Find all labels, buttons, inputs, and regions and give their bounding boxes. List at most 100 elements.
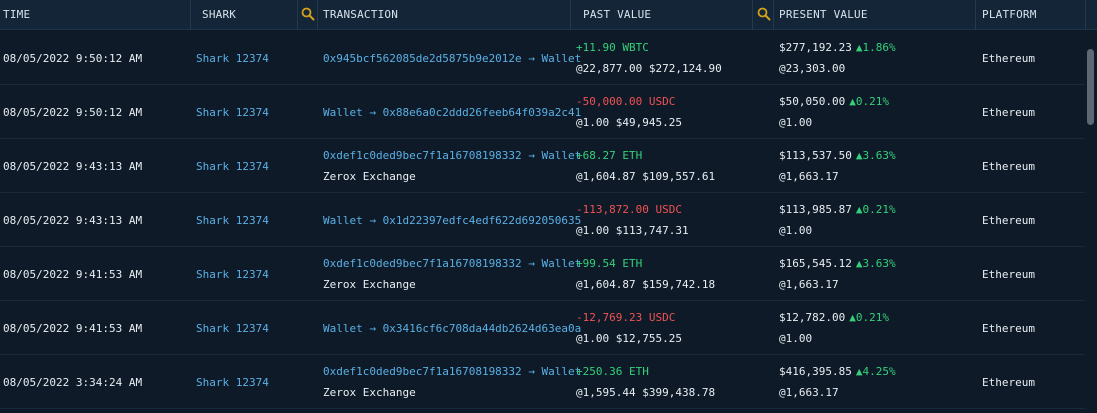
column-header-present-value[interactable]: PRESENT VALUE [779, 0, 868, 30]
table-header: TIME SHARK TRANSACTION PAST VALUE PRESEN… [0, 0, 1097, 30]
present-change: ▲4.25% [855, 365, 896, 378]
present-change: ▲3.63% [855, 257, 896, 270]
present-price: @1.00 [779, 116, 813, 129]
shark-link[interactable]: Shark 12374 [196, 376, 269, 389]
past-value: @1.00 $49,945.25 [576, 116, 682, 129]
scrollbar-thumb[interactable] [1087, 49, 1094, 125]
past-amount: -113,872.00 USDC [576, 203, 682, 216]
platform-cell: Ethereum [982, 322, 1035, 335]
present-change: ▲3.63% [855, 149, 896, 162]
table-row[interactable]: 08/05/2022 9:43:13 AM Shark 12374 Wallet… [0, 193, 1085, 247]
present-amount-line: $113,985.87 ▲0.21% [779, 203, 896, 216]
time-cell: 08/05/2022 9:43:13 AM [3, 214, 143, 227]
present-change: ▲0.21% [849, 95, 889, 108]
past-value: @22,877.00 $272,124.90 [576, 62, 722, 75]
present-amount: $113,537.50 [779, 149, 852, 162]
column-header-past-value[interactable]: PAST VALUE [583, 0, 651, 30]
present-price: @1,663.17 [779, 278, 839, 291]
time-cell: 08/05/2022 9:50:12 AM [3, 106, 143, 119]
platform-cell: Ethereum [982, 268, 1035, 281]
platform-cell: Ethereum [982, 106, 1035, 119]
transaction-label: Zerox Exchange [323, 278, 416, 291]
present-amount-line: $50,050.00 ▲0.21% [779, 95, 889, 108]
present-amount-line: $416,395.85 ▲4.25% [779, 365, 896, 378]
transaction-link[interactable]: 0x945bcf562085de2d5875b9e2012e → Wallet [323, 52, 581, 65]
present-price: @1.00 [779, 224, 813, 237]
present-price: @23,303.00 [779, 62, 846, 75]
present-amount: $416,395.85 [779, 365, 852, 378]
transactions-table-body: 08/05/2022 9:50:12 AM Shark 12374 0x945b… [0, 31, 1085, 413]
column-divider [752, 0, 753, 30]
past-amount: -50,000.00 USDC [576, 95, 676, 108]
time-cell: 08/05/2022 9:41:53 AM [3, 322, 143, 335]
column-divider [190, 0, 191, 30]
present-change: ▲1.86% [855, 41, 896, 54]
present-change: ▲0.21% [855, 203, 896, 216]
column-header-transaction[interactable]: TRANSACTION [323, 0, 398, 30]
present-change: ▲0.21% [849, 311, 889, 324]
table-row[interactable]: 08/05/2022 3:34:24 AM Shark 12374 0xdef1… [0, 355, 1085, 409]
column-divider [570, 0, 571, 30]
table-row[interactable]: 08/05/2022 9:50:12 AM Shark 12374 Wallet… [0, 85, 1085, 139]
column-divider [773, 0, 774, 30]
shark-link[interactable]: Shark 12374 [196, 214, 269, 227]
present-amount-line: $165,545.12 ▲3.63% [779, 257, 896, 270]
column-divider [317, 0, 318, 30]
past-value: @1.00 $113,747.31 [576, 224, 689, 237]
past-value: @1,604.87 $109,557.61 [576, 170, 716, 183]
transaction-link[interactable]: 0xdef1c0ded9bec7f1a16708198332 → Wallet [323, 257, 581, 270]
column-header-shark[interactable]: SHARK [202, 0, 236, 30]
time-cell: 08/05/2022 9:43:13 AM [3, 160, 143, 173]
transaction-link[interactable]: Wallet → 0x1d22397edfc4edf622d692050635 [323, 214, 581, 227]
column-divider [975, 0, 976, 30]
past-value: @1,604.87 $159,742.18 [576, 278, 716, 291]
past-value: @1,595.44 $399,438.78 [576, 386, 716, 399]
transaction-link[interactable]: Wallet → 0x3416cf6c708da44db2624d63ea0a [323, 322, 581, 335]
present-amount-line: $113,537.50 ▲3.63% [779, 149, 896, 162]
transaction-link[interactable]: Wallet → 0x88e6a0c2ddd26feeb64f039a2c41 [323, 106, 581, 119]
platform-cell: Ethereum [982, 160, 1035, 173]
platform-cell: Ethereum [982, 52, 1035, 65]
present-amount: $165,545.12 [779, 257, 852, 270]
search-icon[interactable] [757, 7, 771, 21]
vertical-scrollbar[interactable] [1085, 31, 1097, 413]
column-divider [297, 0, 298, 30]
present-amount-line: $12,782.00 ▲0.21% [779, 311, 889, 324]
time-cell: 08/05/2022 3:34:24 AM [3, 376, 143, 389]
past-amount: -12,769.23 USDC [576, 311, 676, 324]
transaction-label: Zerox Exchange [323, 386, 416, 399]
column-header-platform[interactable]: PLATFORM [982, 0, 1037, 30]
shark-link[interactable]: Shark 12374 [196, 322, 269, 335]
present-amount: $277,192.23 [779, 41, 852, 54]
present-price: @1.00 [779, 332, 813, 345]
platform-cell: Ethereum [982, 214, 1035, 227]
past-amount: +11.90 WBTC [576, 41, 649, 54]
transaction-label: Zerox Exchange [323, 170, 416, 183]
transaction-link[interactable]: 0xdef1c0ded9bec7f1a16708198332 → Wallet [323, 365, 581, 378]
search-icon[interactable] [301, 7, 315, 21]
present-amount: $12,782.00 [779, 311, 846, 324]
past-amount: +99.54 ETH [576, 257, 643, 270]
shark-link[interactable]: Shark 12374 [196, 268, 269, 281]
past-amount: +68.27 ETH [576, 149, 643, 162]
present-amount: $113,985.87 [779, 203, 852, 216]
time-cell: 08/05/2022 9:41:53 AM [3, 268, 143, 281]
column-header-time[interactable]: TIME [3, 0, 30, 30]
table-row[interactable]: 08/05/2022 9:41:53 AM Shark 12374 0xdef1… [0, 247, 1085, 301]
time-cell: 08/05/2022 9:50:12 AM [3, 52, 143, 65]
column-divider [1085, 0, 1086, 30]
table-row[interactable]: 08/05/2022 9:43:13 AM Shark 12374 0xdef1… [0, 139, 1085, 193]
shark-link[interactable]: Shark 12374 [196, 106, 269, 119]
present-amount: $50,050.00 [779, 95, 846, 108]
present-price: @1,663.17 [779, 386, 839, 399]
past-amount: +250.36 ETH [576, 365, 649, 378]
shark-link[interactable]: Shark 12374 [196, 52, 269, 65]
transaction-link[interactable]: 0xdef1c0ded9bec7f1a16708198332 → Wallet [323, 149, 581, 162]
table-row[interactable]: 08/05/2022 9:50:12 AM Shark 12374 0x945b… [0, 31, 1085, 85]
platform-cell: Ethereum [982, 376, 1035, 389]
table-row[interactable]: 08/05/2022 9:41:53 AM Shark 12374 Wallet… [0, 301, 1085, 355]
present-price: @1,663.17 [779, 170, 839, 183]
present-amount-line: $277,192.23 ▲1.86% [779, 41, 896, 54]
past-value: @1.00 $12,755.25 [576, 332, 682, 345]
shark-link[interactable]: Shark 12374 [196, 160, 269, 173]
